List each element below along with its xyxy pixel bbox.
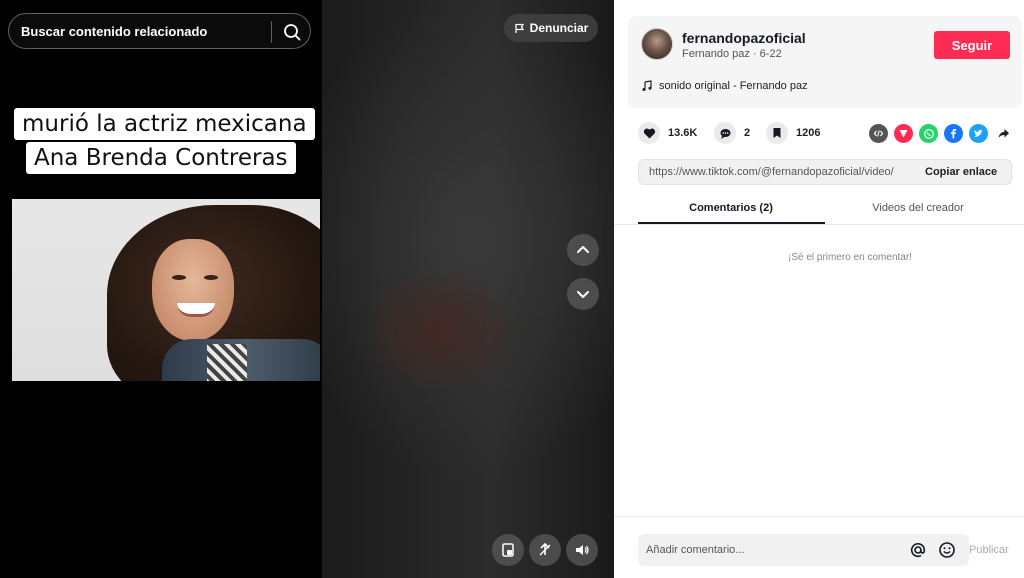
comment-icon[interactable] bbox=[714, 122, 736, 144]
author-username[interactable]: fernandopazoficial bbox=[682, 30, 806, 46]
copy-link-button[interactable]: Copiar enlace bbox=[925, 166, 997, 178]
comment-box[interactable]: Añadir comentario... bbox=[638, 534, 969, 566]
previous-video-button[interactable] bbox=[567, 234, 599, 266]
sound-label: sonido original - Fernando paz bbox=[659, 80, 808, 92]
video-player[interactable]: murió la actriz mexicana Ana Brenda Cont… bbox=[0, 0, 614, 578]
comment-divider bbox=[614, 516, 1024, 517]
comment-stat[interactable]: 2 bbox=[714, 122, 750, 144]
search-bar[interactable]: Buscar contenido relacionado bbox=[8, 13, 311, 49]
flag-icon bbox=[515, 23, 524, 33]
save-count: 1206 bbox=[796, 127, 821, 139]
tab-comments[interactable]: Comentarios (2) bbox=[638, 202, 824, 214]
author-subtitle: Fernando paz · 6-22 bbox=[682, 48, 782, 60]
empty-comments-message: ¡Sé el primero en comentar! bbox=[788, 252, 912, 263]
music-row[interactable]: sonido original - Fernando paz bbox=[641, 80, 808, 92]
tab-creator-videos[interactable]: Videos del creador bbox=[825, 202, 1011, 214]
share-arrow-icon[interactable] bbox=[994, 124, 1013, 143]
chevron-up-icon bbox=[577, 246, 589, 253]
share-link-box: https://www.tiktok.com/@fernandopazofici… bbox=[638, 159, 1012, 185]
video-photo bbox=[12, 199, 320, 381]
next-video-button[interactable] bbox=[567, 278, 599, 310]
publish-button[interactable]: Publicar bbox=[969, 544, 1009, 556]
share-link-url[interactable]: https://www.tiktok.com/@fernandopazofici… bbox=[649, 166, 911, 178]
picture-in-picture-icon bbox=[502, 543, 514, 557]
report-label: Denunciar bbox=[529, 21, 589, 35]
like-count: 13.6K bbox=[668, 127, 698, 139]
author-display-name: Fernando paz bbox=[682, 48, 750, 60]
search-icon[interactable] bbox=[281, 21, 303, 43]
music-note-icon bbox=[642, 80, 652, 91]
emoji-icon[interactable] bbox=[938, 541, 956, 559]
facebook-icon[interactable] bbox=[944, 124, 963, 143]
like-stat[interactable]: 13.6K bbox=[638, 122, 697, 144]
comment-count: 2 bbox=[744, 127, 751, 139]
heart-icon[interactable] bbox=[638, 122, 660, 144]
picture-in-picture-button[interactable] bbox=[492, 534, 524, 566]
volume-button[interactable] bbox=[566, 534, 598, 566]
video-frame[interactable]: murió la actriz mexicana Ana Brenda Cont… bbox=[0, 0, 322, 578]
autoscroll-icon bbox=[539, 542, 551, 556]
search-divider bbox=[271, 21, 272, 43]
autoscroll-button[interactable] bbox=[529, 534, 561, 566]
comment-input[interactable]: Añadir comentario... bbox=[646, 544, 744, 556]
report-button[interactable]: Denunciar bbox=[504, 14, 598, 42]
chevron-down-icon bbox=[577, 291, 589, 298]
tabs-divider bbox=[614, 224, 1024, 225]
bookmark-icon[interactable] bbox=[766, 122, 788, 144]
author-card: fernandopazoficial Fernando paz · 6-22 S… bbox=[628, 16, 1022, 108]
follow-button[interactable]: Seguir bbox=[934, 31, 1010, 59]
mention-icon[interactable] bbox=[909, 541, 927, 559]
save-stat[interactable]: 1206 bbox=[766, 122, 820, 144]
send-icon[interactable] bbox=[894, 124, 913, 143]
embed-icon[interactable] bbox=[869, 124, 888, 143]
avatar[interactable] bbox=[641, 28, 673, 60]
twitter-icon[interactable] bbox=[969, 124, 988, 143]
volume-icon bbox=[576, 545, 589, 555]
post-date: 6-22 bbox=[759, 48, 782, 60]
search-input[interactable]: Buscar contenido relacionado bbox=[21, 24, 207, 39]
side-panel: fernandopazoficial Fernando paz · 6-22 S… bbox=[614, 0, 1024, 578]
whatsapp-icon[interactable] bbox=[919, 124, 938, 143]
video-caption-line1: murió la actriz mexicana bbox=[14, 108, 315, 140]
video-caption-line2: Ana Brenda Contreras bbox=[26, 142, 296, 174]
